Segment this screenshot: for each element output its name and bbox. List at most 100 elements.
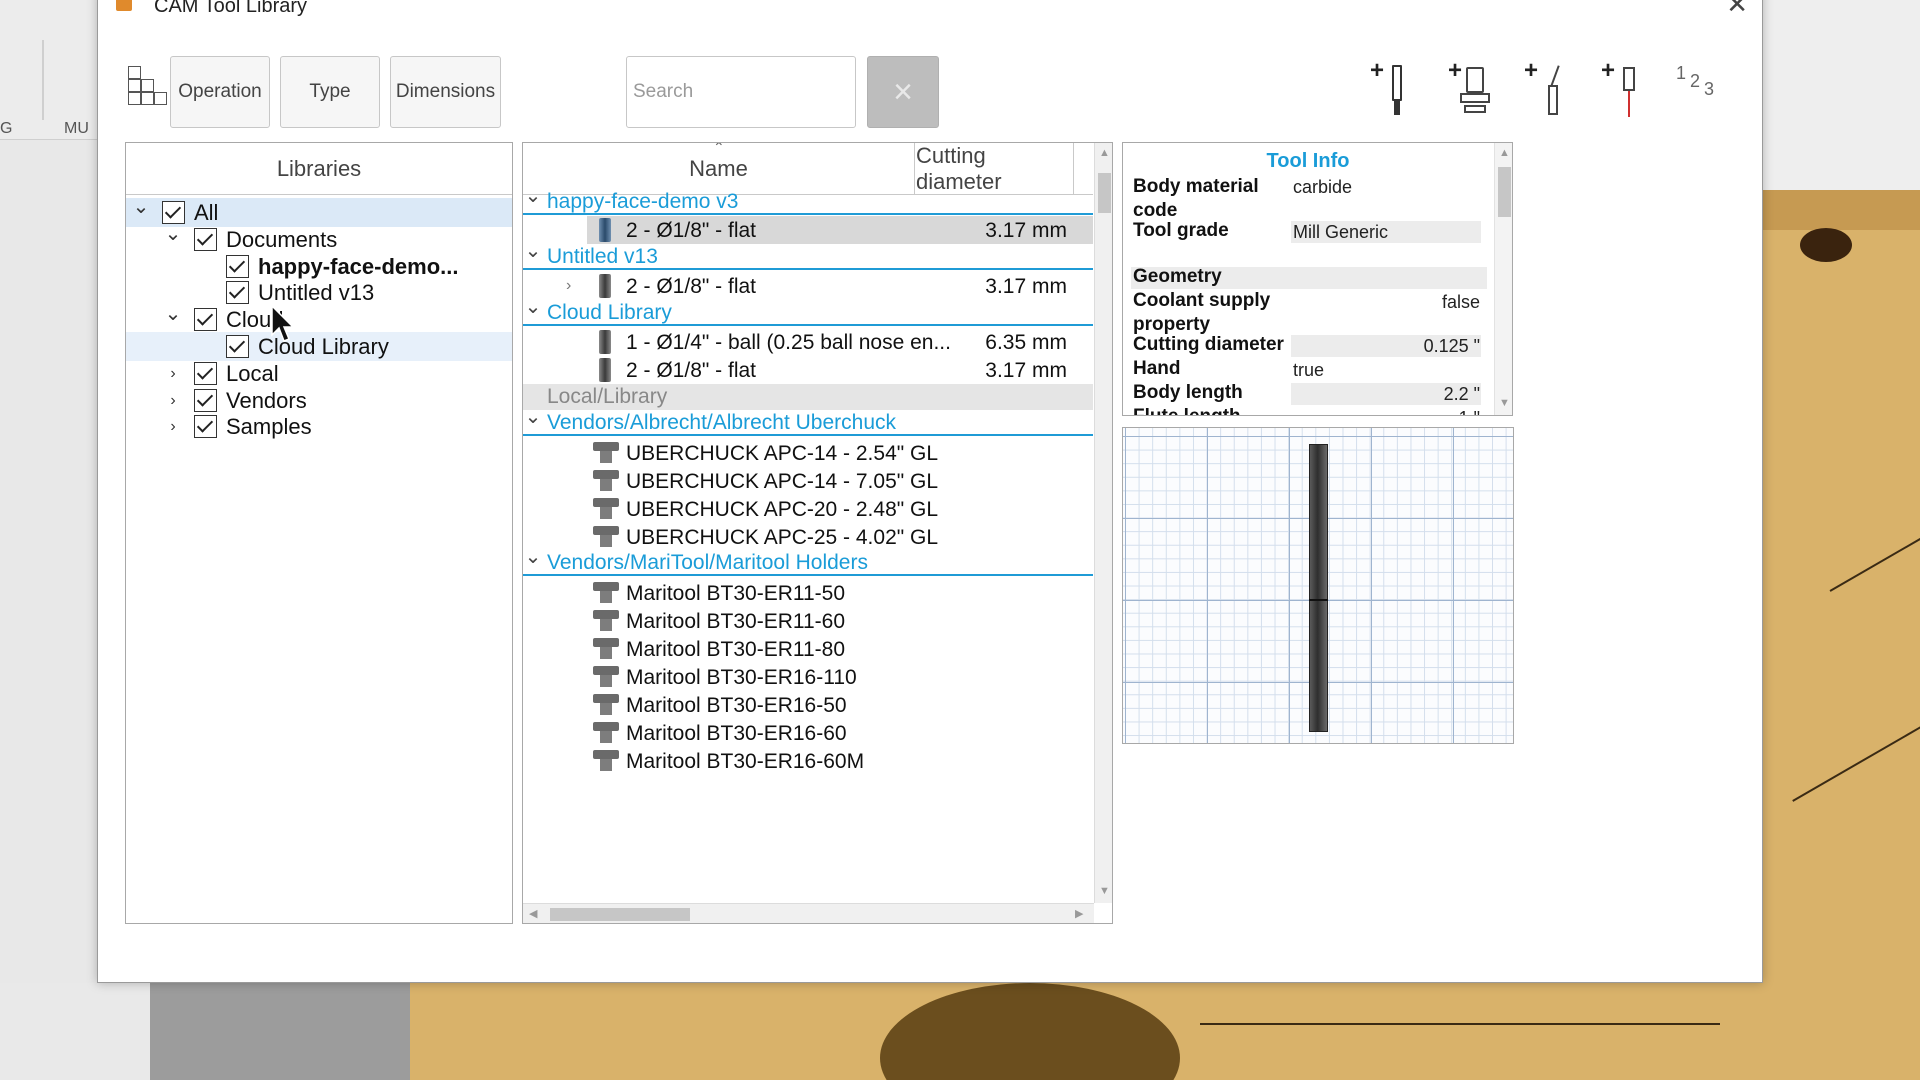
coolant-supply-value: false xyxy=(1441,292,1480,312)
library-checkbox[interactable] xyxy=(226,281,249,305)
tool-group-header[interactable]: ⌄ happy-face-demo v3 xyxy=(523,186,1093,215)
tool-name: Maritool BT30-ER16-50 xyxy=(626,694,847,717)
scrollbar-thumb[interactable] xyxy=(550,908,690,921)
chevron-down-icon[interactable]: ⌄ xyxy=(524,407,542,427)
tool-group-label: Vendors/Albrecht/Albrecht Uberchuck xyxy=(547,411,897,434)
tool-row[interactable]: Maritool BT30-ER16-60M xyxy=(523,747,1093,775)
chevron-down-icon[interactable]: ⌄ xyxy=(164,304,182,324)
tool-preview-panel xyxy=(1122,427,1514,744)
scroll-down-icon[interactable]: ▼ xyxy=(1099,885,1110,897)
holder-icon xyxy=(593,442,619,464)
viewport-left-edge: G MU xyxy=(0,0,97,1080)
cam-tool-library-dialog: CAM Tool Library ✕ Operation Type Dimens… xyxy=(97,0,1763,983)
tool-name: Maritool BT30-ER11-60 xyxy=(626,610,846,633)
column-header-cutting-diameter[interactable]: Cutting diameter xyxy=(916,143,1074,195)
chevron-down-icon[interactable]: ⌄ xyxy=(524,241,542,261)
library-checkbox[interactable] xyxy=(194,308,217,332)
renumber-digit: 1 xyxy=(1676,63,1687,83)
tool-row[interactable]: UBERCHUCK APC-14 - 7.05" GL xyxy=(523,467,1093,495)
chevron-right-icon[interactable]: › xyxy=(164,392,182,410)
tool-name: UBERCHUCK APC-14 - 2.54" GL xyxy=(626,442,939,465)
library-tree-item[interactable]: ⌄ All xyxy=(126,197,512,227)
tool-row[interactable]: Maritool BT30-ER16-50 xyxy=(523,691,1093,719)
library-checkbox[interactable] xyxy=(194,227,217,251)
flute-length-label: Flute length xyxy=(1133,405,1241,415)
chevron-right-icon[interactable]: › xyxy=(164,365,182,383)
new-turning-tool-icon[interactable]: + xyxy=(1524,59,1580,121)
type-filter-button[interactable]: Type xyxy=(280,56,380,128)
tool-group-header[interactable]: Local/Library xyxy=(523,384,1093,410)
library-tree-item[interactable]: happy-face-demo... xyxy=(126,252,512,281)
tool-info-title: Tool Info xyxy=(1266,150,1350,172)
chevron-down-icon[interactable]: ⌄ xyxy=(524,547,542,567)
library-checkbox[interactable] xyxy=(226,254,249,278)
tool-row[interactable]: Maritool BT30-ER16-60 xyxy=(523,719,1093,747)
dimensions-filter-button[interactable]: Dimensions xyxy=(390,56,501,128)
new-mill-tool-icon[interactable]: + xyxy=(1370,59,1426,121)
holder-icon xyxy=(593,750,619,772)
library-checkbox[interactable] xyxy=(194,415,217,439)
body-material-value: carbide xyxy=(1293,177,1353,197)
tool-row[interactable]: 2 - Ø1/8" - flat 3.17 mm xyxy=(587,216,1093,244)
library-tree-item[interactable]: ⌄ Documents xyxy=(126,224,512,254)
renumber-tools-icon[interactable]: 1 2 3 xyxy=(1676,63,1732,119)
holder-icon xyxy=(593,722,619,744)
scroll-down-icon[interactable]: ▼ xyxy=(1499,397,1510,409)
chevron-right-icon[interactable]: › xyxy=(566,277,571,295)
tool-row[interactable]: Maritool BT30-ER11-80 xyxy=(523,635,1093,663)
library-checkbox[interactable] xyxy=(162,201,185,224)
chevron-down-icon[interactable]: ⌄ xyxy=(132,197,150,217)
chevron-down-icon[interactable]: ⌄ xyxy=(524,186,542,206)
scroll-left-icon[interactable]: ◀ xyxy=(529,907,537,920)
scroll-up-icon[interactable]: ▲ xyxy=(1099,147,1110,159)
scrollbar-thumb[interactable] xyxy=(1498,167,1511,217)
chevron-down-icon[interactable]: ⌄ xyxy=(524,297,542,317)
library-tree-item[interactable]: › Local xyxy=(126,359,512,388)
tool-group-header[interactable]: ⌄ Vendors/MariTool/Maritool Holders xyxy=(523,547,1093,576)
library-tree-item[interactable]: Cloud Library xyxy=(126,332,512,361)
tool-row[interactable]: UBERCHUCK APC-14 - 2.54" GL xyxy=(523,439,1093,467)
library-tree-item[interactable]: Untitled v13 xyxy=(126,278,512,307)
operation-filter-button[interactable]: Operation xyxy=(170,56,270,128)
tool-group-header[interactable]: ⌄ Untitled v13 xyxy=(523,241,1093,270)
tool-cutting-diameter: 3.17 mm xyxy=(985,359,1067,382)
tool-list-horizontal-scrollbar[interactable]: ◀ ▶ xyxy=(523,903,1094,923)
scroll-right-icon[interactable]: ▶ xyxy=(1075,907,1083,920)
cutting-diameter-label: Cutting diameter xyxy=(1133,334,1284,355)
tool-group-header[interactable]: ⌄ Cloud Library xyxy=(523,297,1093,326)
library-tree-label: Local xyxy=(226,360,279,386)
library-tree-item[interactable]: ⌄ Cloud xyxy=(126,304,512,334)
library-checkbox[interactable] xyxy=(194,361,217,385)
tool-row[interactable]: Maritool BT30-ER16-110 xyxy=(523,663,1093,691)
library-tree-label: happy-face-demo... xyxy=(258,253,459,279)
chevron-right-icon[interactable]: › xyxy=(164,418,182,436)
close-icon[interactable]: ✕ xyxy=(1726,0,1748,17)
library-tree-item[interactable]: › Vendors xyxy=(126,386,512,415)
chevron-down-icon[interactable]: ⌄ xyxy=(164,224,182,244)
column-header-name[interactable]: ⌃ Name xyxy=(523,143,915,195)
holder-icon xyxy=(593,498,619,520)
body-length-value: 2.2 " xyxy=(1443,384,1480,404)
tool-row[interactable]: 1 - Ø1/4" - ball (0.25 ball nose en... 6.… xyxy=(523,328,1093,356)
tool-list-vertical-scrollbar[interactable]: ▲ ▼ xyxy=(1094,143,1112,903)
tool-row[interactable]: UBERCHUCK APC-20 - 2.48" GL xyxy=(523,495,1093,523)
tool-row[interactable]: › 2 - Ø1/8" - flat 3.17 mm xyxy=(523,272,1093,300)
tool-row[interactable]: 2 - Ø1/8" - flat 3.17 mm xyxy=(523,356,1093,384)
new-holder-icon[interactable]: + xyxy=(1448,59,1504,121)
scroll-up-icon[interactable]: ▲ xyxy=(1499,147,1510,159)
tool-row[interactable]: Maritool BT30-ER11-50 xyxy=(523,579,1093,607)
scrollbar-thumb[interactable] xyxy=(1098,173,1111,213)
tool-group-header[interactable]: ⌄ Vendors/Albrecht/Albrecht Uberchuck xyxy=(523,407,1093,436)
tool-row[interactable]: UBERCHUCK APC-25 - 4.02" GL xyxy=(523,523,1093,551)
library-tree-item[interactable]: › Samples xyxy=(126,412,512,441)
library-checkbox[interactable] xyxy=(226,335,249,358)
clear-search-button[interactable]: × xyxy=(867,56,939,128)
hand-value: true xyxy=(1293,360,1325,380)
search-input[interactable] xyxy=(626,56,856,128)
new-probe-icon[interactable]: + xyxy=(1601,59,1657,121)
tool-name: 2 - Ø1/8" - flat xyxy=(626,275,756,298)
libraries-panel: Libraries ⌄ All ⌄ Documents happy-face-demo.… xyxy=(125,142,513,924)
tool-row[interactable]: Maritool BT30-ER11-60 xyxy=(523,607,1093,635)
library-checkbox[interactable] xyxy=(194,388,217,412)
tool-info-scrollbar[interactable]: ▲ ▼ xyxy=(1494,143,1512,415)
